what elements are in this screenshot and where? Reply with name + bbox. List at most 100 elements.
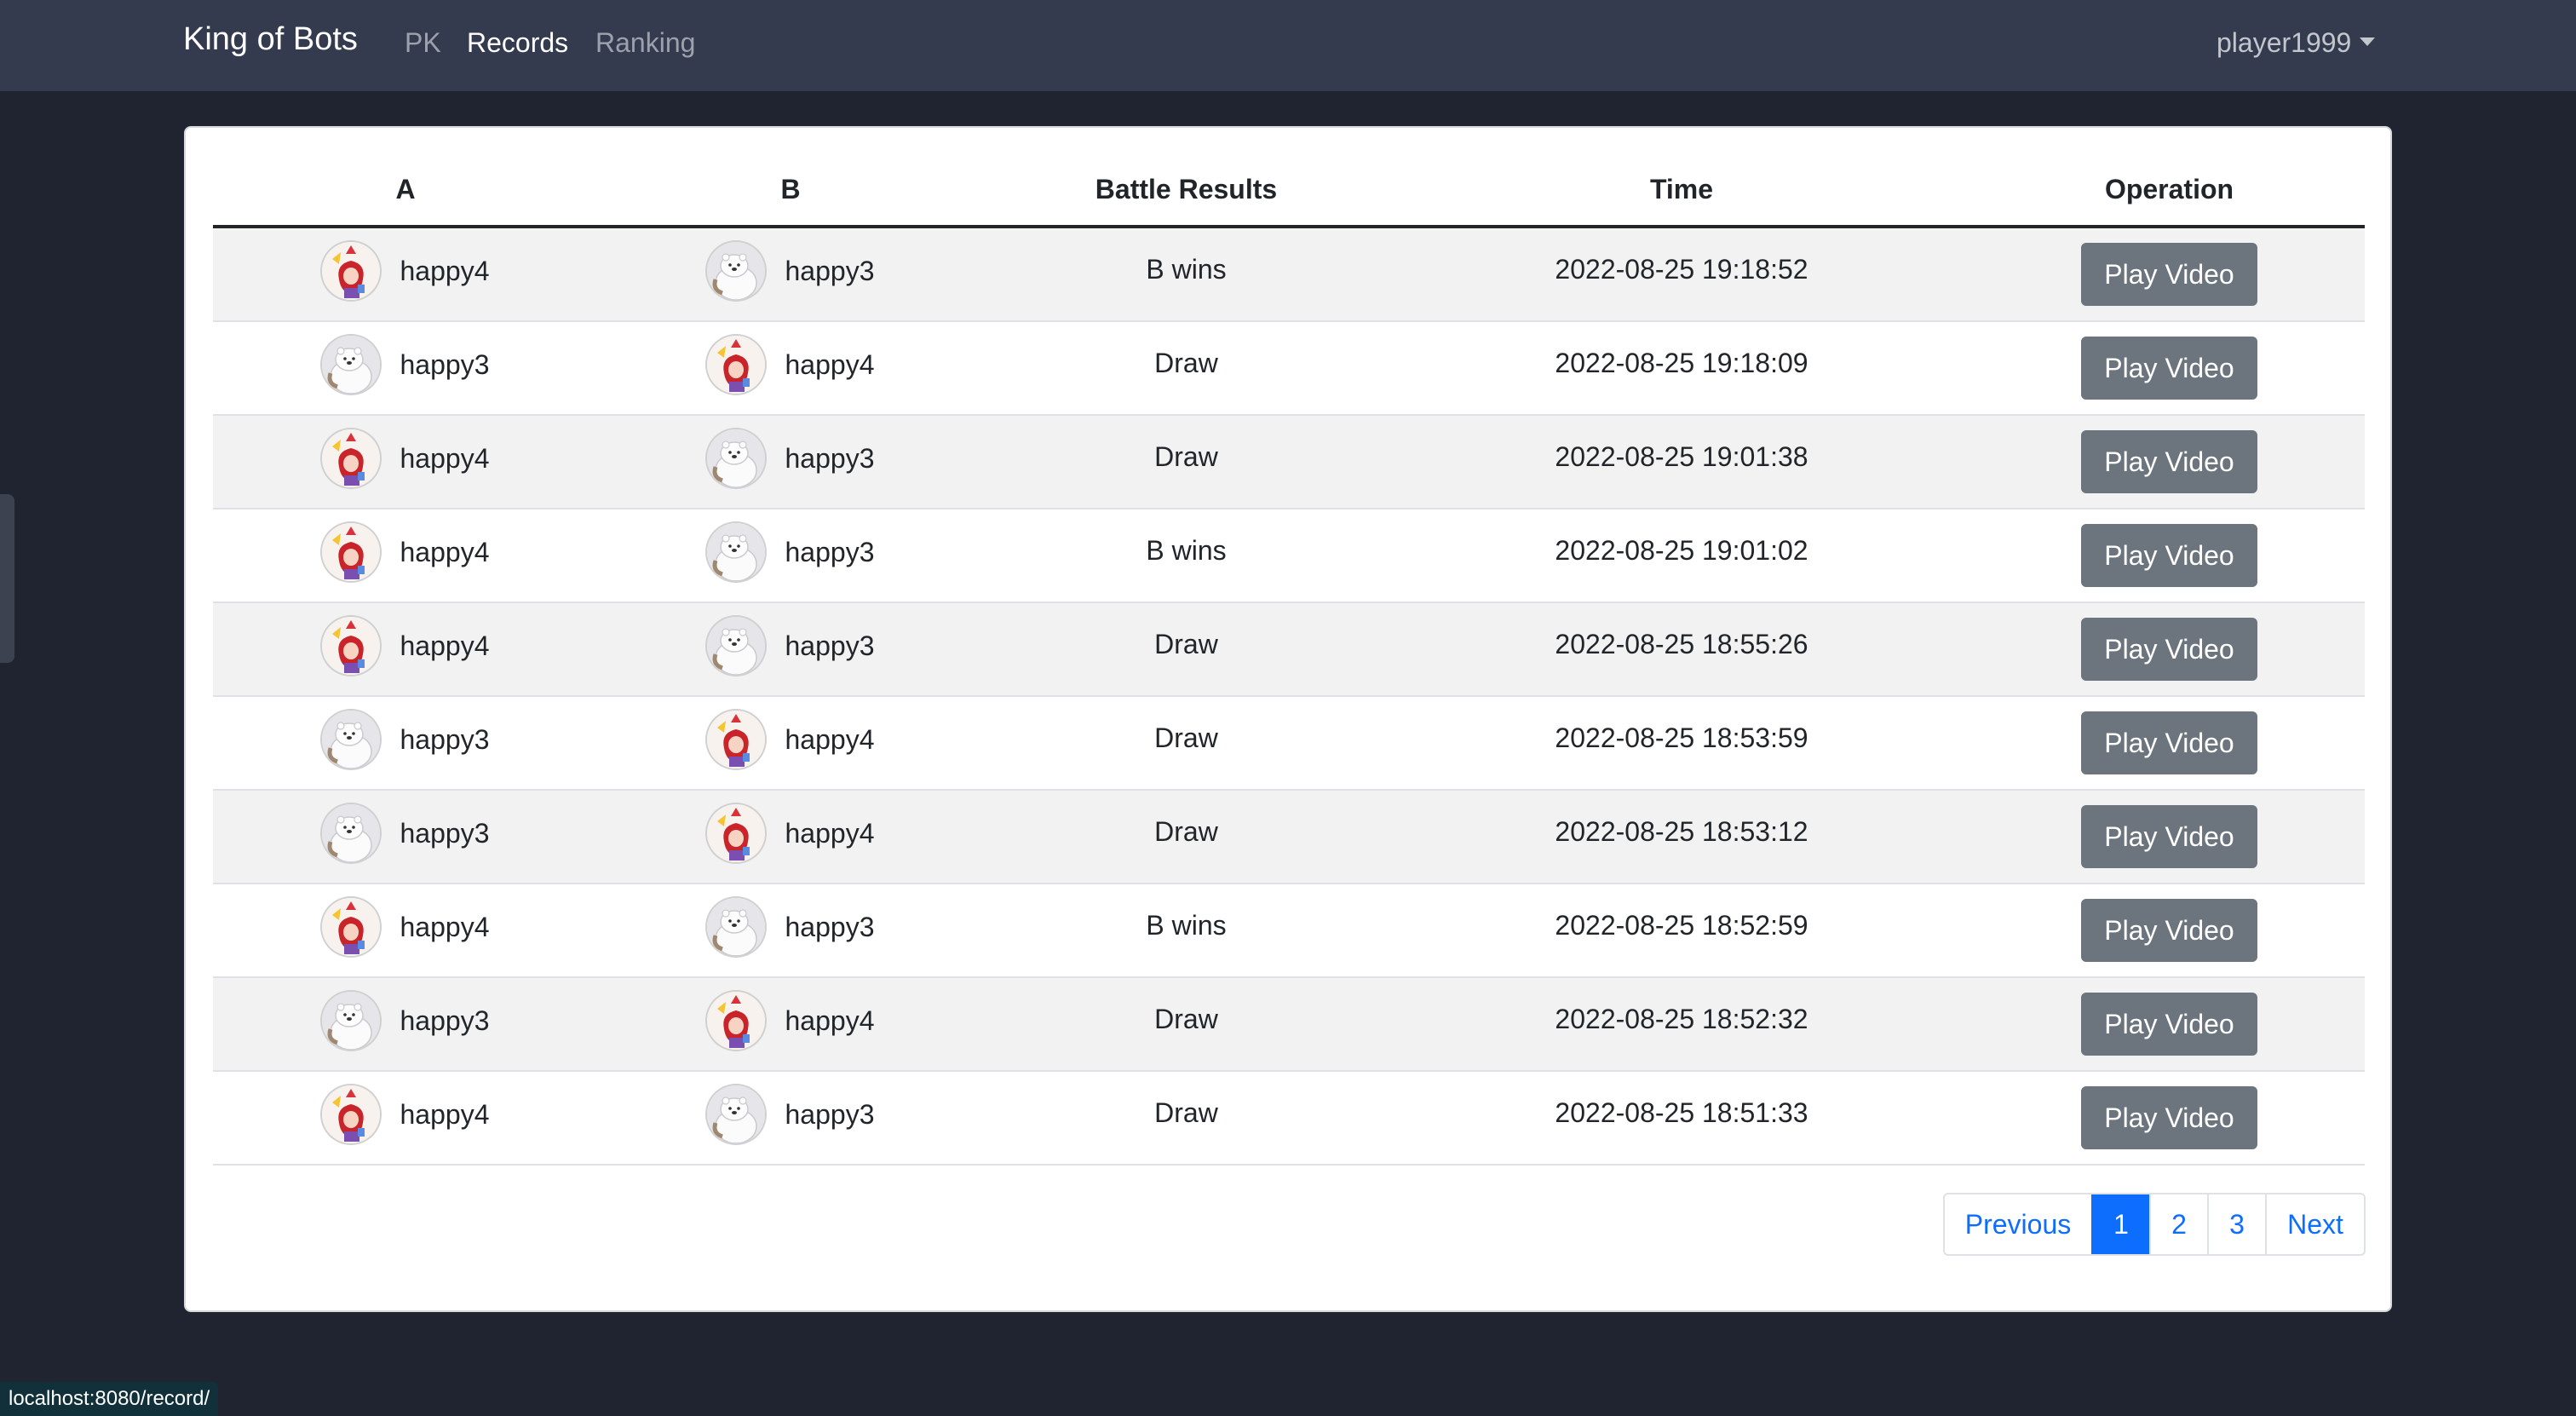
table-row: happy4 happy3 Draw 2022-08-25 18:55:26 Play … bbox=[213, 602, 2365, 697]
cell-time: 2022-08-25 18:53:12 bbox=[1389, 790, 1974, 884]
pagination-page-1[interactable]: 1 bbox=[2091, 1194, 2149, 1254]
battle-result: B wins bbox=[1146, 253, 1227, 285]
cell-player-a: happy4 bbox=[213, 509, 598, 603]
cell-battle-result: Draw bbox=[983, 321, 1389, 416]
play-video-button[interactable]: Play Video bbox=[2081, 243, 2257, 306]
battle-time: 2022-08-25 18:53:59 bbox=[1555, 722, 1808, 753]
cell-operation: Play Video bbox=[1974, 509, 2365, 603]
cell-player-b: happy3 bbox=[598, 415, 983, 509]
player-b-avatar bbox=[706, 804, 765, 862]
pagination-page-2[interactable]: 2 bbox=[2149, 1194, 2207, 1254]
table-row: happy3 happy4 Draw 2022-08-25 19:18:09 Play … bbox=[213, 321, 2365, 416]
battle-result: Draw bbox=[1154, 722, 1218, 753]
cell-battle-result: Draw bbox=[983, 977, 1389, 1072]
player-b: happy3 bbox=[706, 1085, 874, 1143]
play-video-button[interactable]: Play Video bbox=[2081, 524, 2257, 587]
battle-result: Draw bbox=[1154, 815, 1218, 847]
cell-player-a: happy4 bbox=[213, 415, 598, 509]
player-a: happy3 bbox=[321, 336, 490, 394]
pagination-next[interactable]: Next bbox=[2265, 1194, 2364, 1254]
player-a-avatar bbox=[321, 804, 380, 862]
cell-player-a: happy3 bbox=[213, 321, 598, 416]
play-video-button[interactable]: Play Video bbox=[2081, 430, 2257, 493]
pagination-previous[interactable]: Previous bbox=[1945, 1194, 2091, 1254]
play-video-button[interactable]: Play Video bbox=[2081, 618, 2257, 681]
cell-operation: Play Video bbox=[1974, 321, 2365, 416]
cell-player-b: happy3 bbox=[598, 1071, 983, 1166]
caret-down-icon bbox=[2360, 37, 2376, 46]
nav-ranking[interactable]: Ranking bbox=[595, 27, 695, 59]
play-video-button[interactable]: Play Video bbox=[2081, 899, 2257, 962]
cell-player-b: happy4 bbox=[598, 696, 983, 791]
cell-player-b: happy3 bbox=[598, 227, 983, 322]
player-a-name: happy4 bbox=[400, 911, 490, 942]
cell-time: 2022-08-25 18:55:26 bbox=[1389, 602, 1974, 697]
battle-time: 2022-08-25 19:01:02 bbox=[1555, 534, 1808, 566]
battle-time: 2022-08-25 18:55:26 bbox=[1555, 628, 1808, 659]
cell-time: 2022-08-25 19:18:52 bbox=[1389, 227, 1974, 322]
table-row: happy3 happy4 Draw 2022-08-25 18:52:32 Play … bbox=[213, 977, 2365, 1072]
play-video-button[interactable]: Play Video bbox=[2081, 993, 2257, 1056]
player-b: happy4 bbox=[706, 711, 874, 768]
nav-records[interactable]: Records bbox=[467, 27, 568, 59]
player-a-name: happy3 bbox=[400, 817, 490, 849]
battle-result: Draw bbox=[1154, 440, 1218, 472]
player-a: happy3 bbox=[321, 804, 490, 862]
player-a: happy4 bbox=[321, 617, 489, 675]
cell-time: 2022-08-25 19:01:38 bbox=[1389, 415, 1974, 509]
cell-player-a: happy4 bbox=[213, 884, 598, 978]
play-video-button[interactable]: Play Video bbox=[2081, 711, 2257, 774]
battle-time: 2022-08-25 18:51:33 bbox=[1555, 1097, 1808, 1128]
cell-battle-result: Draw bbox=[983, 790, 1389, 884]
player-b: happy3 bbox=[706, 429, 874, 487]
cell-battle-result: B wins bbox=[983, 884, 1389, 978]
cell-operation: Play Video bbox=[1974, 227, 2365, 322]
player-a-name: happy4 bbox=[400, 1098, 490, 1130]
play-video-button[interactable]: Play Video bbox=[2081, 1086, 2257, 1149]
side-handle[interactable] bbox=[0, 494, 14, 663]
cell-player-b: happy4 bbox=[598, 321, 983, 416]
cell-operation: Play Video bbox=[1974, 602, 2365, 697]
battle-result: Draw bbox=[1154, 1003, 1218, 1034]
header-battle-results: Battle Results bbox=[983, 153, 1389, 228]
header-a: A bbox=[213, 153, 598, 228]
battle-result: Draw bbox=[1154, 1097, 1218, 1128]
username: player1999 bbox=[2217, 27, 2352, 58]
player-b-avatar bbox=[706, 336, 765, 394]
cell-operation: Play Video bbox=[1974, 884, 2365, 978]
play-video-button[interactable]: Play Video bbox=[2081, 337, 2257, 400]
player-a: happy4 bbox=[321, 429, 490, 487]
table-row: happy4 happy3 B wins 2022-08-25 19:18:52 Pla… bbox=[213, 227, 2365, 322]
player-b-name: happy4 bbox=[785, 348, 875, 380]
player-a-avatar bbox=[321, 898, 380, 956]
cell-player-a: happy4 bbox=[213, 1071, 598, 1166]
pagination: Previous 1 2 3 Next bbox=[1943, 1193, 2366, 1256]
player-a-avatar bbox=[321, 429, 380, 487]
player-a-name: happy3 bbox=[400, 348, 490, 380]
player-a-name: happy4 bbox=[400, 255, 490, 286]
table-row: happy4 happy3 Draw 2022-08-25 19:01:38 Play … bbox=[213, 415, 2365, 509]
player-b-avatar bbox=[706, 617, 765, 675]
player-a: happy4 bbox=[321, 523, 489, 581]
player-b: happy3 bbox=[706, 242, 874, 300]
user-menu[interactable]: player1999 bbox=[2217, 27, 2376, 59]
records-table: A B Battle Results Time Operation happy4… bbox=[213, 153, 2365, 1166]
player-b-avatar bbox=[706, 523, 765, 581]
brand-link[interactable]: King of Bots bbox=[183, 21, 358, 58]
player-b-avatar bbox=[706, 1085, 765, 1143]
battle-result: Draw bbox=[1154, 347, 1218, 378]
player-a-name: happy4 bbox=[400, 442, 490, 474]
cell-operation: Play Video bbox=[1974, 415, 2365, 509]
cell-battle-result: B wins bbox=[983, 227, 1389, 322]
table-row: happy4 happy3 Draw 2022-08-25 18:51:33 Play … bbox=[213, 1071, 2365, 1166]
player-b: happy3 bbox=[706, 523, 874, 581]
play-video-button[interactable]: Play Video bbox=[2081, 805, 2257, 868]
pagination-page-3[interactable]: 3 bbox=[2207, 1194, 2265, 1254]
nav-pk[interactable]: PK bbox=[405, 27, 441, 59]
table-row: happy3 happy4 Draw 2022-08-25 18:53:12 Play … bbox=[213, 790, 2365, 884]
cell-player-a: happy4 bbox=[213, 227, 598, 322]
navbar: King of Bots PK Records Ranking player19… bbox=[0, 0, 2576, 91]
player-a-name: happy3 bbox=[400, 1004, 490, 1036]
table-row: happy3 happy4 Draw 2022-08-25 18:53:59 Play … bbox=[213, 696, 2365, 791]
cell-player-b: happy4 bbox=[598, 790, 983, 884]
